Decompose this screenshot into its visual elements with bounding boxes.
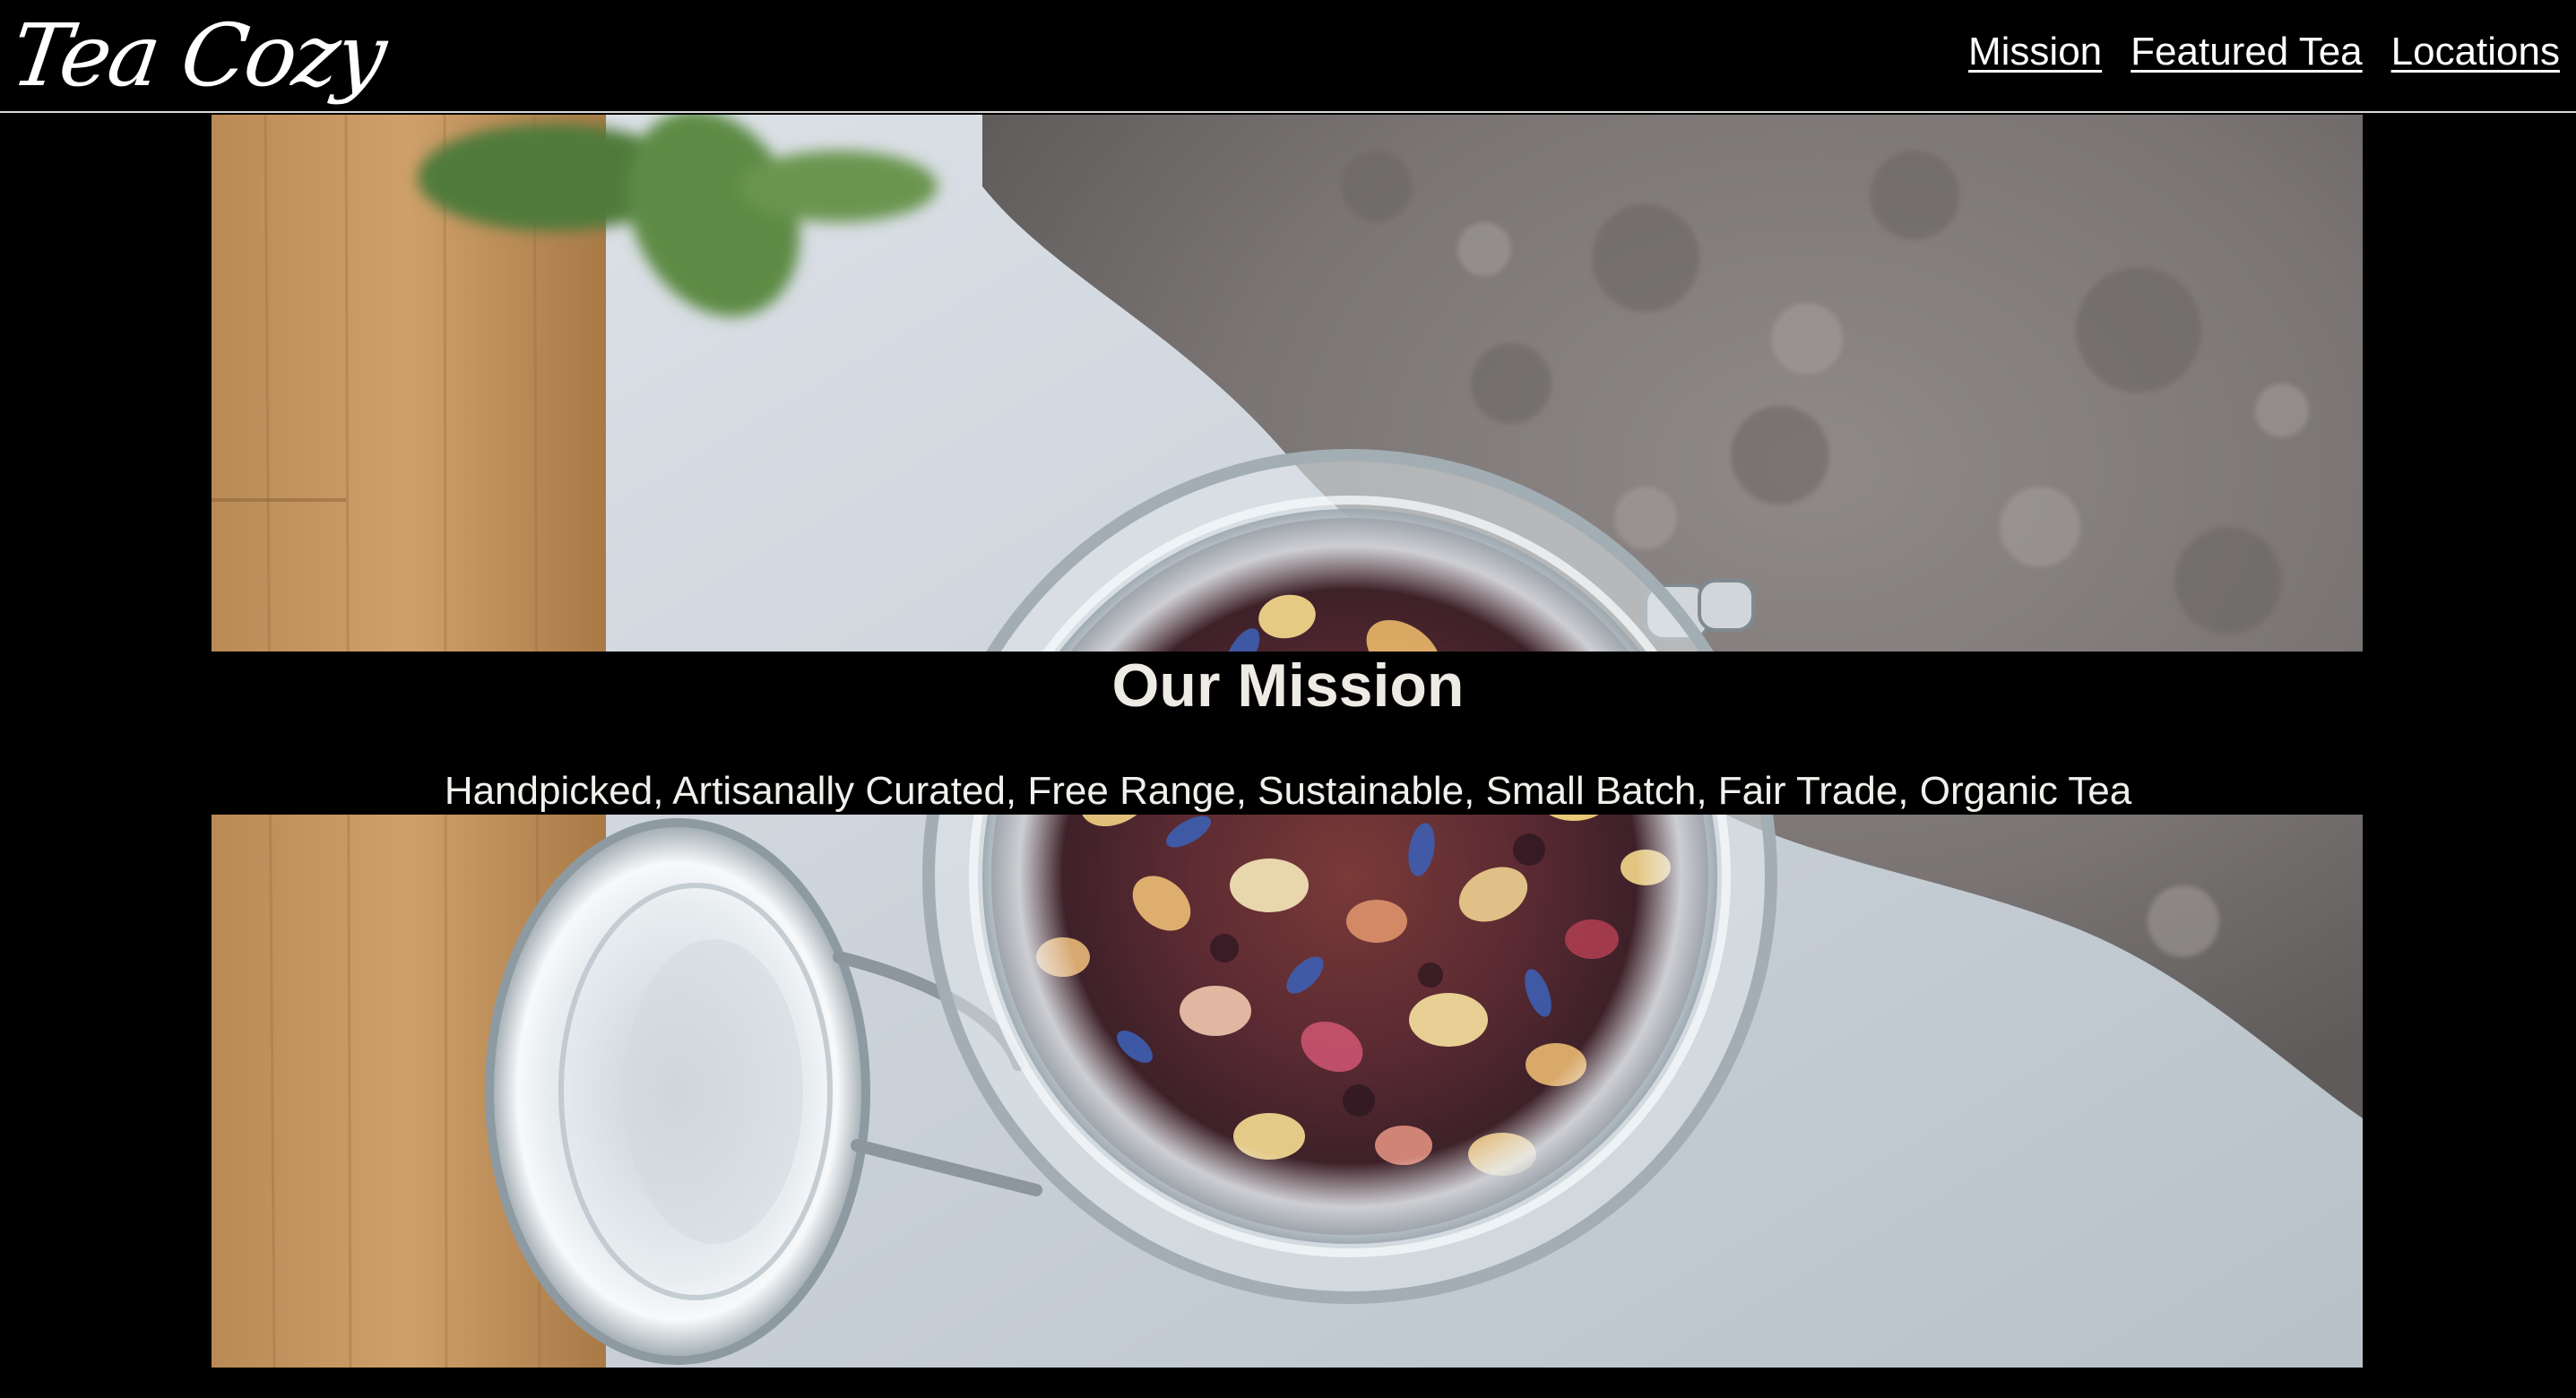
mission-title: Our Mission bbox=[1111, 652, 1465, 720]
page: Tea Cozy Mission Featured Tea Locations bbox=[0, 0, 2576, 1398]
nav-link-mission[interactable]: Mission bbox=[1968, 30, 2102, 74]
nav-link-locations[interactable]: Locations bbox=[2391, 30, 2560, 74]
nav-link-featured-tea[interactable]: Featured Tea bbox=[2131, 30, 2362, 74]
site-header: Tea Cozy Mission Featured Tea Locations bbox=[0, 0, 2576, 113]
main-nav: Mission Featured Tea Locations bbox=[1968, 0, 2560, 104]
site-logo[interactable]: Tea Cozy bbox=[5, 5, 390, 106]
mission-text: Handpicked, Artisanally Curated, Free Ra… bbox=[444, 769, 2132, 813]
